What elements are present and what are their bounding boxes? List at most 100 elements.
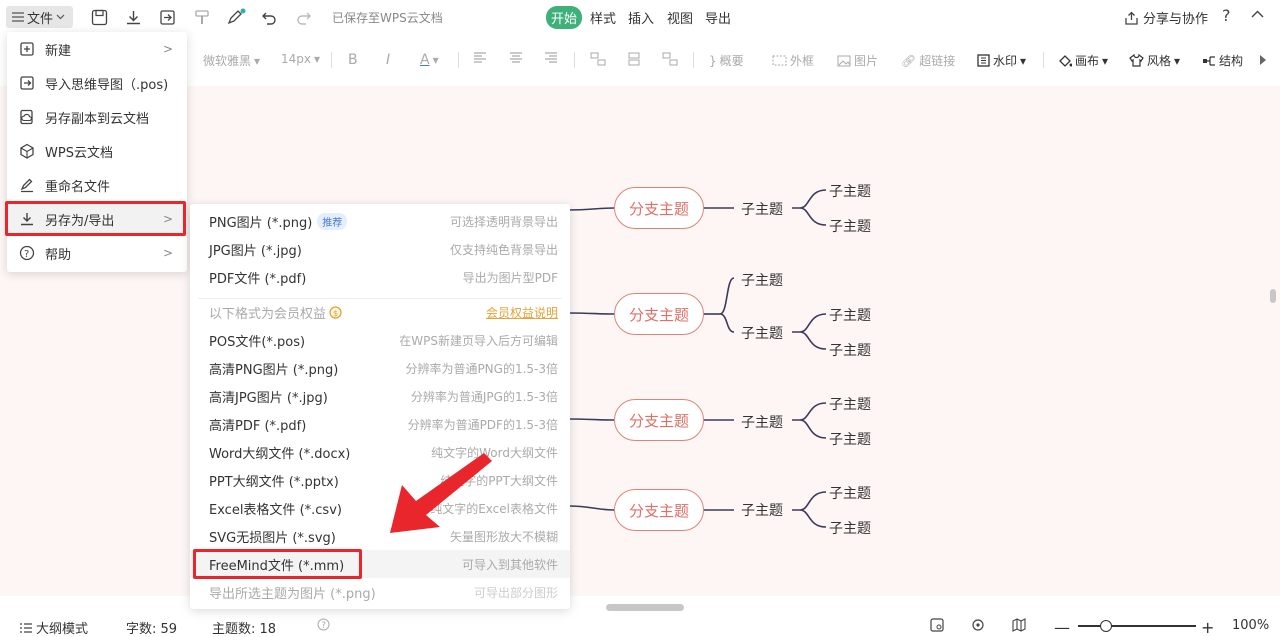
toolbar-scroll-right-icon[interactable] [1259, 54, 1267, 66]
export-item-hd-pdf[interactable]: 高清PDF (*.pdf) 分辨率为普通PDF的1.5-3倍 [190, 410, 570, 438]
export-item-label: Excel表格文件 (*.csv) [209, 502, 342, 518]
sub-topic[interactable]: 子主题 [829, 216, 871, 236]
font-size-value: 14px [281, 52, 311, 66]
tab-view[interactable]: 视图 [667, 8, 693, 27]
member-benefits-link[interactable]: 会员权益说明 [486, 304, 558, 321]
italic-button[interactable]: I [386, 52, 390, 68]
share-button[interactable]: 分享与协作 [1124, 8, 1208, 27]
align-left-icon[interactable] [473, 52, 487, 64]
horizontal-scrollbar[interactable] [606, 604, 684, 611]
export-item-label: 高清PDF (*.pdf) [209, 418, 307, 434]
summary-button[interactable]: } 概要 [709, 52, 744, 69]
info-icon[interactable]: ? [317, 618, 330, 631]
image-button[interactable]: 图片 [837, 52, 878, 69]
export-item-png[interactable]: PNG图片 (*.png) 推荐 可选择透明背景导出 [190, 207, 570, 235]
structure-button[interactable]: 结构 [1202, 52, 1243, 69]
download-icon[interactable] [123, 7, 143, 27]
zoom-out-button[interactable]: — [1054, 618, 1070, 637]
branch-topic[interactable]: 分支主题 [614, 399, 704, 441]
insert-child-icon[interactable] [590, 52, 606, 66]
font-size-select[interactable]: 14px ▾ [281, 52, 320, 66]
chevron-right-icon: > [162, 42, 173, 56]
tab-export[interactable]: 导出 [705, 8, 731, 27]
export-item-label: JPG图片 (*.jpg) [209, 243, 302, 259]
map-icon[interactable] [1012, 618, 1026, 632]
file-menu-item-rename[interactable]: 重命名文件 [7, 168, 187, 202]
sub-topic[interactable]: 子主题 [829, 181, 871, 201]
undo-icon[interactable] [259, 7, 279, 27]
insert-parent-icon[interactable] [662, 52, 678, 66]
sub-topic[interactable]: 子主题 [741, 323, 783, 343]
pen-icon[interactable] [226, 7, 246, 27]
canvas-button[interactable]: 画布 ▾ [1058, 52, 1108, 69]
export-item-jpg[interactable]: JPG图片 (*.jpg) 仅支持纯色背景导出 [190, 235, 570, 263]
outline-mode-button[interactable]: 大纲模式 [20, 618, 88, 637]
frame-button[interactable]: 外框 [772, 52, 814, 69]
save-icon[interactable] [89, 7, 109, 27]
highlight-box [193, 549, 362, 579]
sub-topic[interactable]: 子主题 [741, 199, 783, 219]
watermark-icon [977, 54, 990, 67]
insert-sibling-icon[interactable] [626, 52, 642, 66]
export-item-selected-topics[interactable]: 导出所选主题为图片 (*.png) 可导出部分图形 [190, 578, 570, 606]
export-item-label: PNG图片 (*.png) [209, 215, 313, 231]
file-menu-item-label: 新建 [45, 43, 72, 59]
export-item-hd-png[interactable]: 高清PNG图片 (*.png) 分辨率为普通PNG的1.5-3倍 [190, 354, 570, 382]
frame-label: 外框 [790, 54, 815, 68]
caret-down-icon: ▾ [1174, 53, 1181, 68]
help-icon[interactable]: ? [1222, 6, 1231, 25]
tab-insert[interactable]: 插入 [628, 8, 654, 27]
zoom-in-button[interactable]: + [1201, 618, 1214, 637]
align-right-icon[interactable] [544, 52, 558, 64]
export-item-pdf[interactable]: PDF文件 (*.pdf) 导出为图片型PDF [190, 263, 570, 291]
zoom-slider-handle[interactable] [1100, 620, 1112, 632]
file-menu-item-new[interactable]: 新建 > [7, 32, 187, 66]
branch-topic[interactable]: 分支主题 [614, 187, 704, 229]
file-menu-item-wps-cloud[interactable]: WPS云文档 [7, 134, 187, 168]
import-icon[interactable] [157, 7, 177, 27]
locate-icon[interactable] [971, 618, 985, 632]
chevron-up-icon[interactable] [1251, 10, 1264, 18]
recommended-badge: 推荐 [317, 212, 348, 230]
caret-down-icon: ▾ [314, 52, 321, 66]
file-menu-item-copy-to-cloud[interactable]: 另存副本到云文档 [7, 100, 187, 134]
export-item-pos[interactable]: POS文件(*.pos) 在WPS新建页导入后方可编辑 [190, 326, 570, 354]
svg-text:?: ? [24, 249, 29, 260]
bold-button[interactable]: B [348, 52, 358, 68]
branch-topic[interactable]: 分支主题 [614, 293, 704, 335]
hyperlink-button[interactable]: 🔗︎ 超链接 [901, 52, 955, 69]
zoom-slider[interactable] [1078, 625, 1196, 627]
tab-style[interactable]: 样式 [590, 8, 616, 27]
link-icon: 🔗︎ [901, 53, 917, 68]
sub-topic[interactable]: 子主题 [829, 340, 871, 360]
format-painter-icon[interactable] [192, 7, 212, 27]
sub-topic[interactable]: 子主题 [741, 412, 783, 432]
export-item-label: PPT大纲文件 (*.pptx) [209, 474, 339, 490]
branch-topic[interactable]: 分支主题 [614, 489, 704, 531]
style-button[interactable]: 风格 ▾ [1129, 52, 1180, 69]
vertical-scrollbar[interactable] [1270, 289, 1276, 303]
export-item-hd-jpg[interactable]: 高清JPG图片 (*.jpg) 分辨率为普通JPG的1.5-3倍 [190, 382, 570, 410]
sub-topic[interactable]: 子主题 [741, 270, 783, 290]
redo-icon[interactable] [293, 7, 313, 27]
file-menu-label: 文件 [27, 11, 54, 27]
export-icon[interactable] [930, 618, 944, 632]
sub-topic[interactable]: 子主题 [829, 483, 871, 503]
font-color-button[interactable]: A ▾ [420, 52, 439, 68]
file-menu-button[interactable]: 文件 [6, 6, 73, 28]
watermark-button[interactable]: 水印 ▾ [977, 52, 1026, 69]
sub-topic[interactable]: 子主题 [829, 518, 871, 538]
sub-topic[interactable]: 子主题 [741, 500, 783, 520]
sub-topic[interactable]: 子主题 [829, 305, 871, 325]
font-family-select[interactable]: 微软雅黑 ▾ [203, 52, 260, 69]
caret-down-icon: ▾ [432, 53, 439, 67]
file-menu-item-label: 导入思维导图（.pos) [45, 77, 169, 93]
align-center-icon[interactable] [509, 52, 523, 64]
image-label: 图片 [854, 54, 879, 68]
toolbar-divider [693, 52, 694, 68]
sub-topic[interactable]: 子主题 [829, 429, 871, 449]
file-menu-item-import[interactable]: 导入思维导图（.pos) [7, 66, 187, 100]
tab-start[interactable]: 开始 [546, 6, 583, 29]
sub-topic[interactable]: 子主题 [829, 394, 871, 414]
file-menu-item-help[interactable]: ? 帮助 > [7, 236, 187, 270]
